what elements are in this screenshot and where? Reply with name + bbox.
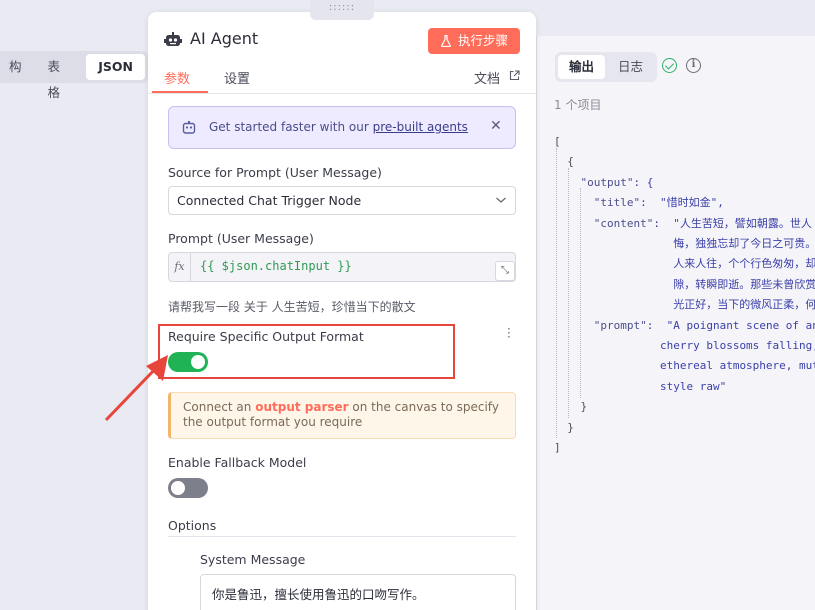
input-view-tabs: 构 表格 JSON xyxy=(0,51,148,100)
fallback-label: Enable Fallback Model xyxy=(168,455,307,470)
json-text: 人来人往，个个行色匆匆，却 xyxy=(673,257,815,271)
tab-table[interactable]: 表格 xyxy=(36,54,85,100)
parameters-body: Get started faster with our pre-built ag… xyxy=(148,95,536,610)
tab-json[interactable]: JSON xyxy=(86,54,145,80)
close-icon[interactable]: ✕ xyxy=(490,118,502,134)
item-count: 1 个项目 xyxy=(554,98,602,112)
prompt-preview-hint: 请帮我写一段 关于 人生苦短，珍惜当下的散文 xyxy=(168,300,416,314)
json-key: "title" xyxy=(593,196,641,210)
chevron-down-icon xyxy=(496,197,506,203)
highlight-annotation xyxy=(158,324,455,379)
output-pane: 输出 日志 i 1 个项目 [ { "output": { "title": "… xyxy=(536,36,815,610)
warning-prefix: Connect an xyxy=(183,400,256,414)
json-text: ] xyxy=(554,441,561,455)
callout-prefix: Get started faster with our xyxy=(209,120,373,134)
output-parser-link[interactable]: output parser xyxy=(255,400,348,414)
tab-settings[interactable]: 设置 xyxy=(224,68,250,87)
robot-icon xyxy=(164,32,182,46)
json-text: ethereal atmosphere, mute xyxy=(659,359,815,373)
json-value: : "A poignant scene of an xyxy=(646,318,815,332)
json-line: [ xyxy=(554,132,815,152)
input-pane: 构 表格 JSON xyxy=(0,36,148,610)
output-parser-warning: Connect an output parser on the canvas t… xyxy=(168,392,516,439)
kebab-menu-icon[interactable]: · · · xyxy=(507,323,511,343)
tab-logs[interactable]: 日志 xyxy=(607,55,654,79)
options-heading: Options xyxy=(168,518,217,533)
json-line: "output": { xyxy=(554,173,815,193)
fx-icon: fx xyxy=(169,253,191,281)
json-text: 悔，独独忘却了今日之可贵。 xyxy=(673,237,815,251)
json-key: "content" xyxy=(593,216,654,230)
json-line: } xyxy=(554,397,815,417)
json-text: 光正好，当下的微风正柔，何 xyxy=(673,298,815,312)
flask-icon xyxy=(441,35,451,47)
system-message-input[interactable]: 你是鲁迅，擅长使用鲁迅的口吻写作。 xyxy=(200,574,516,610)
system-message-value: 你是鲁迅，擅长使用鲁迅的口吻写作。 xyxy=(212,587,425,602)
divider xyxy=(168,536,516,537)
json-line: "content": "人生苦短，譬如朝露。世人 xyxy=(554,214,815,234)
json-line: 光正好，当下的微风正柔，何 xyxy=(554,295,815,315)
json-line: style raw" xyxy=(554,377,815,397)
json-line: ] xyxy=(554,438,815,458)
output-view-tabs: 输出 日志 xyxy=(555,52,658,82)
panel-header: AI Agent 执行步骤 参数 设置 文档 xyxy=(148,12,536,94)
json-line: 悔，独独忘却了今日之可贵。 xyxy=(554,234,815,254)
json-text: } xyxy=(567,420,574,434)
tab-parameters[interactable]: 参数 xyxy=(164,68,190,87)
success-check-icon xyxy=(662,58,677,73)
prebuilt-agents-link[interactable]: pre-built agents xyxy=(373,120,468,134)
prompt-expression-value: {{ $json.chatInput }} xyxy=(200,259,352,273)
prompt-label: Prompt (User Message) xyxy=(168,231,314,246)
json-text: [ xyxy=(554,135,561,148)
callout-text: Get started faster with our pre-built ag… xyxy=(209,120,468,134)
json-line: 人来人往，个个行色匆匆，却 xyxy=(554,254,815,274)
tab-schema[interactable]: 构 xyxy=(0,54,34,80)
json-text: { xyxy=(567,155,574,169)
docs-link[interactable]: 文档 xyxy=(474,68,500,87)
system-message-label: System Message xyxy=(200,552,306,567)
prompt-source-label: Source for Prompt (User Message) xyxy=(168,165,382,180)
prompt-expression-input[interactable]: fx {{ $json.chatInput }} ⤡ xyxy=(168,252,516,282)
json-text: 隙，转瞬即逝。那些未曾欣赏 xyxy=(673,277,815,291)
json-key: "output" xyxy=(580,175,634,189)
json-key: "prompt" xyxy=(593,318,647,332)
warning-text: Connect an output parser on the canvas t… xyxy=(183,400,509,430)
json-line: ethereal atmosphere, mute xyxy=(554,356,815,376)
json-line: "prompt": "A poignant scene of an xyxy=(554,316,815,336)
info-icon[interactable]: i xyxy=(686,58,701,73)
node-title: AI Agent xyxy=(190,29,259,48)
json-text: style raw" xyxy=(659,379,727,393)
json-line: } xyxy=(554,418,815,438)
active-tab-indicator xyxy=(152,91,208,93)
json-text: } xyxy=(580,400,588,414)
json-value: : { xyxy=(633,175,654,189)
json-value: : "惜时如金", xyxy=(640,196,724,210)
json-line: "title": "惜时如金", xyxy=(554,193,815,213)
execute-step-label: 执行步骤 xyxy=(458,33,509,48)
json-text: cherry blossoms falling, xyxy=(659,339,815,353)
expand-editor-icon[interactable]: ⤡ xyxy=(495,261,515,281)
prompt-source-value: Connected Chat Trigger Node xyxy=(177,193,362,208)
json-output-viewer: [ { "output": { "title": "惜时如金", "conten… xyxy=(554,132,815,459)
json-line: cherry blossoms falling, xyxy=(554,336,815,356)
json-value: : "人生苦短，譬如朝露。世人 xyxy=(653,216,812,230)
execute-step-button[interactable]: 执行步骤 xyxy=(428,28,520,54)
fallback-toggle[interactable] xyxy=(168,478,208,498)
external-link-icon[interactable] xyxy=(509,70,520,81)
robot-icon xyxy=(182,121,196,134)
json-line: { xyxy=(554,152,815,172)
prompt-source-select[interactable]: Connected Chat Trigger Node xyxy=(168,186,516,215)
prebuilt-agents-callout: Get started faster with our pre-built ag… xyxy=(168,106,516,149)
node-settings-panel: :::::: AI Agent 执行步骤 参数 设置 文档 Get starte… xyxy=(148,0,536,610)
toggle-knob xyxy=(171,481,185,495)
json-line: 隙，转瞬即逝。那些未曾欣赏 xyxy=(554,275,815,295)
tab-output[interactable]: 输出 xyxy=(558,55,606,79)
